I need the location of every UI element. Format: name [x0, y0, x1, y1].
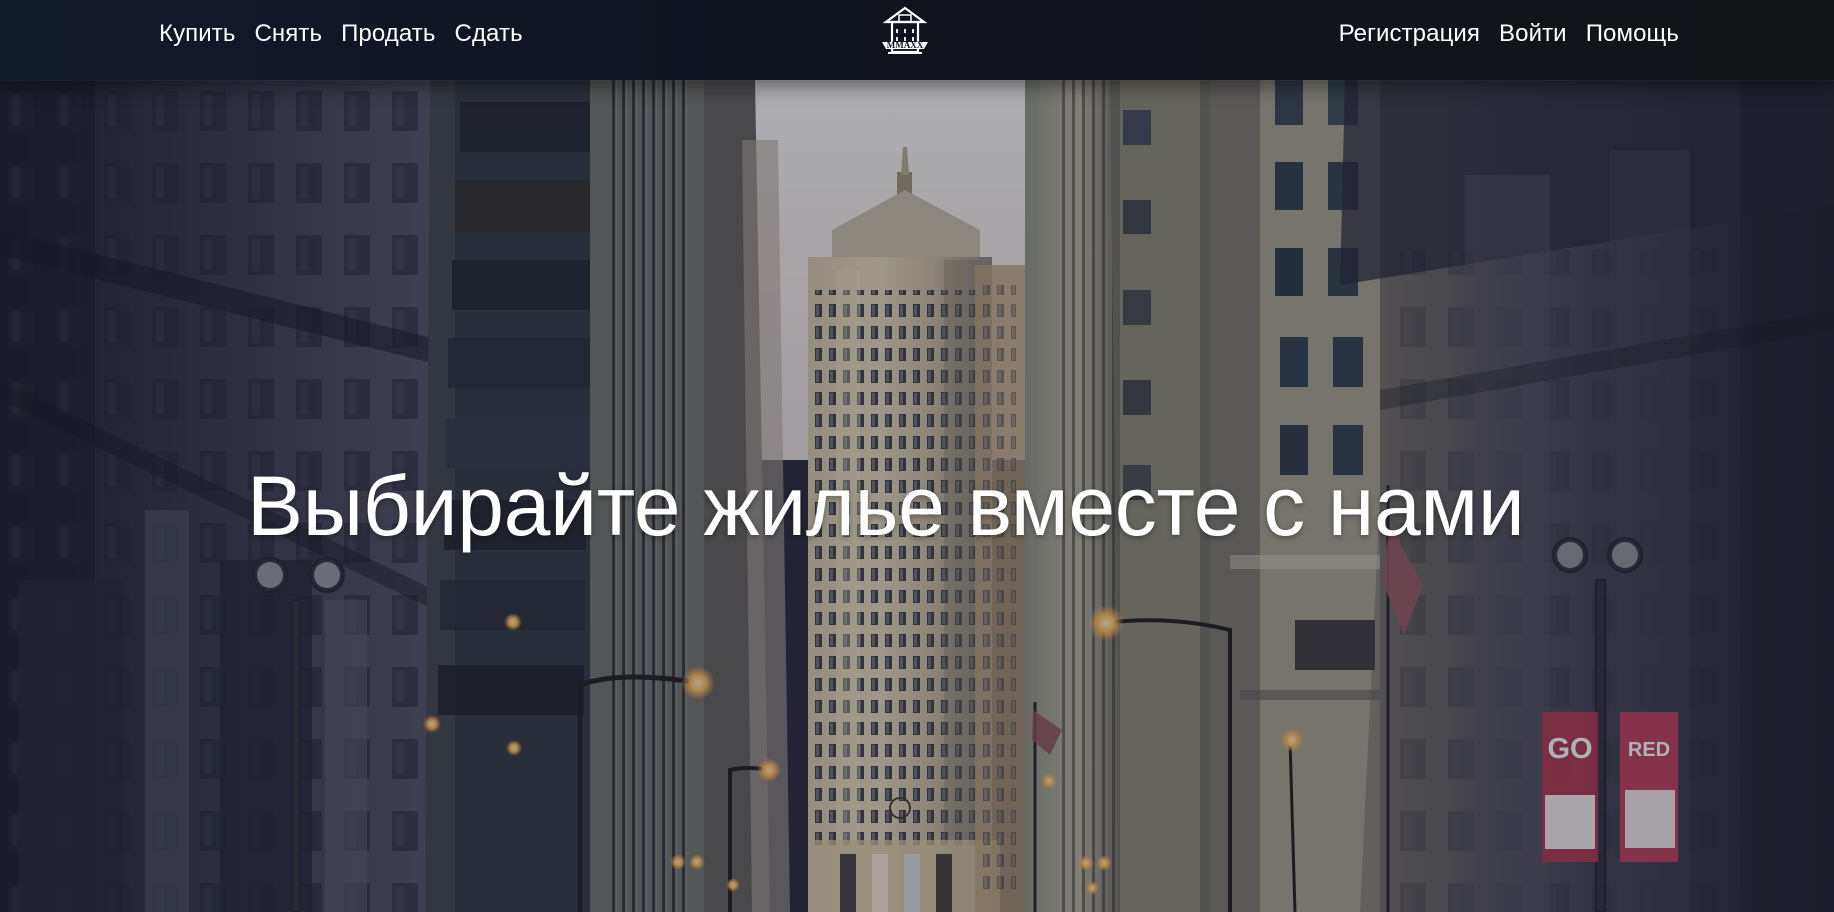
nav-lease-link[interactable]: Сдать	[455, 20, 523, 48]
hero-heading: Выбирайте жилье вместе с нами	[247, 459, 1525, 553]
hero-section: GO RED Выбирайте жилье вместе с нами	[0, 80, 1834, 912]
account-navigation: Регистрация Войти Помощь	[1339, 0, 1679, 68]
help-link[interactable]: Помощь	[1586, 20, 1679, 48]
nav-rent-link[interactable]: Снять	[254, 20, 322, 48]
nav-sell-link[interactable]: Продать	[341, 20, 435, 48]
login-link[interactable]: Войти	[1499, 20, 1567, 48]
primary-navigation: Купить Снять Продать Сдать	[159, 0, 523, 68]
nav-buy-link[interactable]: Купить	[159, 20, 235, 48]
top-navigation: Купить Снять Продать Сдать MMAXX Регистр…	[0, 0, 1834, 80]
house-logo-icon: MMAXX	[882, 6, 928, 54]
home-logo[interactable]: MMAXX	[874, 2, 936, 60]
register-link[interactable]: Регистрация	[1339, 20, 1480, 48]
logo-text: MMAXX	[887, 40, 924, 50]
